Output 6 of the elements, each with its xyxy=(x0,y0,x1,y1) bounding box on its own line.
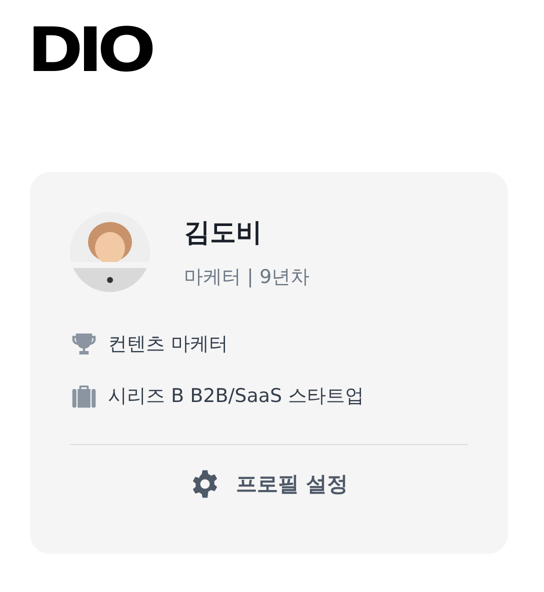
detail-text: 시리즈 B B2B/SaaS 스타트업 xyxy=(108,384,364,409)
user-role: 마케터 | 9년차 xyxy=(184,264,310,290)
detail-text: 컨텐츠 마케터 xyxy=(108,332,228,357)
profile-settings-button[interactable]: 프로필 설정 xyxy=(182,465,356,503)
logo: DIO xyxy=(30,22,154,78)
user-name: 김도비 xyxy=(184,216,263,250)
